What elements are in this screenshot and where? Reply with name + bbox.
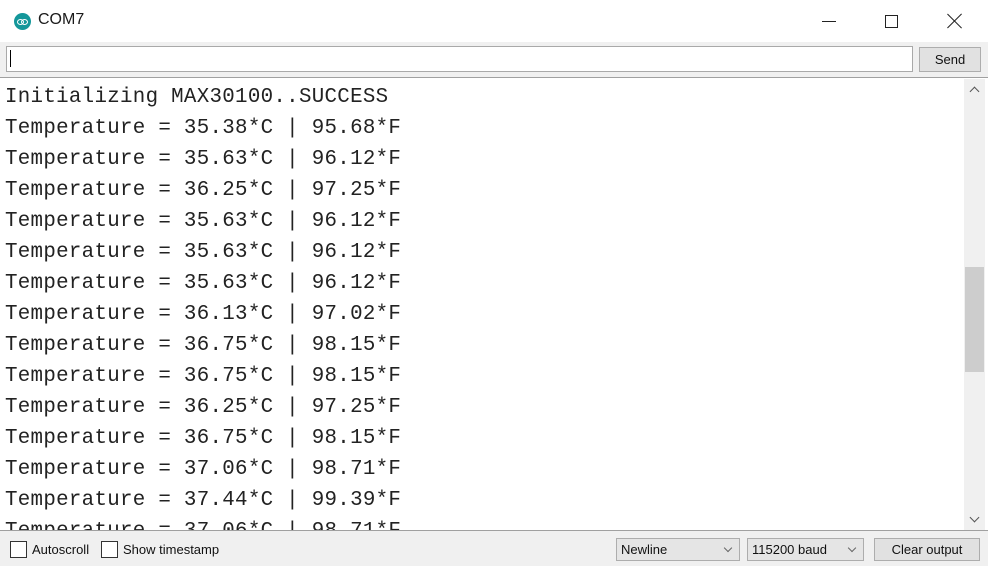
- output-line: Temperature = 36.75*C | 98.15*F: [5, 334, 402, 357]
- output-line: Temperature = 36.13*C | 97.02*F: [5, 303, 402, 326]
- output-line: Temperature = 37.06*C | 98.71*F: [5, 458, 402, 481]
- autoscroll-checkbox[interactable]: Autoscroll: [10, 541, 89, 558]
- output-line: Initializing MAX30100..SUCCESS: [5, 86, 389, 109]
- autoscroll-label: Autoscroll: [32, 542, 90, 557]
- scroll-down-button[interactable]: [964, 511, 985, 528]
- maximize-button[interactable]: [860, 0, 922, 42]
- chevron-down-icon: [847, 543, 857, 553]
- baud-rate-select[interactable]: 115200 baud: [747, 538, 864, 561]
- send-row: Send: [0, 42, 988, 78]
- title-bar: COM7: [0, 0, 988, 42]
- minimize-icon: [822, 20, 836, 22]
- output-line: Temperature = 36.75*C | 98.15*F: [5, 427, 402, 450]
- output-line: Temperature = 35.63*C | 96.12*F: [5, 241, 402, 264]
- chevron-down-icon: [969, 512, 980, 523]
- close-button[interactable]: [922, 0, 988, 42]
- bottom-bar: Autoscroll Show timestamp Newline 115200…: [0, 530, 988, 566]
- baud-rate-value: 115200 baud: [752, 542, 827, 557]
- output-line: Temperature = 35.63*C | 96.12*F: [5, 148, 402, 171]
- serial-output[interactable]: Initializing MAX30100..SUCCESS Temperatu…: [0, 79, 964, 530]
- close-icon: [947, 13, 963, 29]
- output-line: Temperature = 35.63*C | 96.12*F: [5, 210, 402, 233]
- serial-input[interactable]: [6, 46, 913, 72]
- output-line: Temperature = 36.25*C | 97.25*F: [5, 396, 402, 419]
- text-caret: [10, 50, 11, 67]
- minimize-button[interactable]: [798, 0, 860, 42]
- checkbox-box[interactable]: [10, 541, 27, 558]
- window-title: COM7: [38, 11, 85, 28]
- output-line: Temperature = 37.44*C | 99.39*F: [5, 489, 402, 512]
- chevron-up-icon: [969, 86, 980, 97]
- clear-output-button[interactable]: Clear output: [874, 538, 980, 561]
- output-line: Temperature = 36.25*C | 97.25*F: [5, 179, 402, 202]
- maximize-icon: [884, 14, 898, 28]
- checkbox-box[interactable]: [101, 541, 118, 558]
- show-timestamp-checkbox[interactable]: Show timestamp: [101, 541, 219, 558]
- vertical-scrollbar[interactable]: [964, 79, 985, 530]
- scroll-thumb[interactable]: [965, 267, 984, 372]
- arduino-icon: [14, 13, 31, 30]
- chevron-down-icon: [723, 543, 733, 553]
- line-ending-select[interactable]: Newline: [616, 538, 740, 561]
- output-line: Temperature = 35.63*C | 96.12*F: [5, 272, 402, 295]
- show-timestamp-label: Show timestamp: [123, 542, 220, 557]
- output-line: Temperature = 35.38*C | 95.68*F: [5, 117, 402, 140]
- output-line: Temperature = 36.75*C | 98.15*F: [5, 365, 402, 388]
- output-line: Temperature = 37.06*C | 98.71*F: [5, 520, 401, 530]
- send-button[interactable]: Send: [919, 47, 981, 72]
- line-ending-value: Newline: [621, 542, 668, 557]
- scroll-up-button[interactable]: [964, 81, 985, 98]
